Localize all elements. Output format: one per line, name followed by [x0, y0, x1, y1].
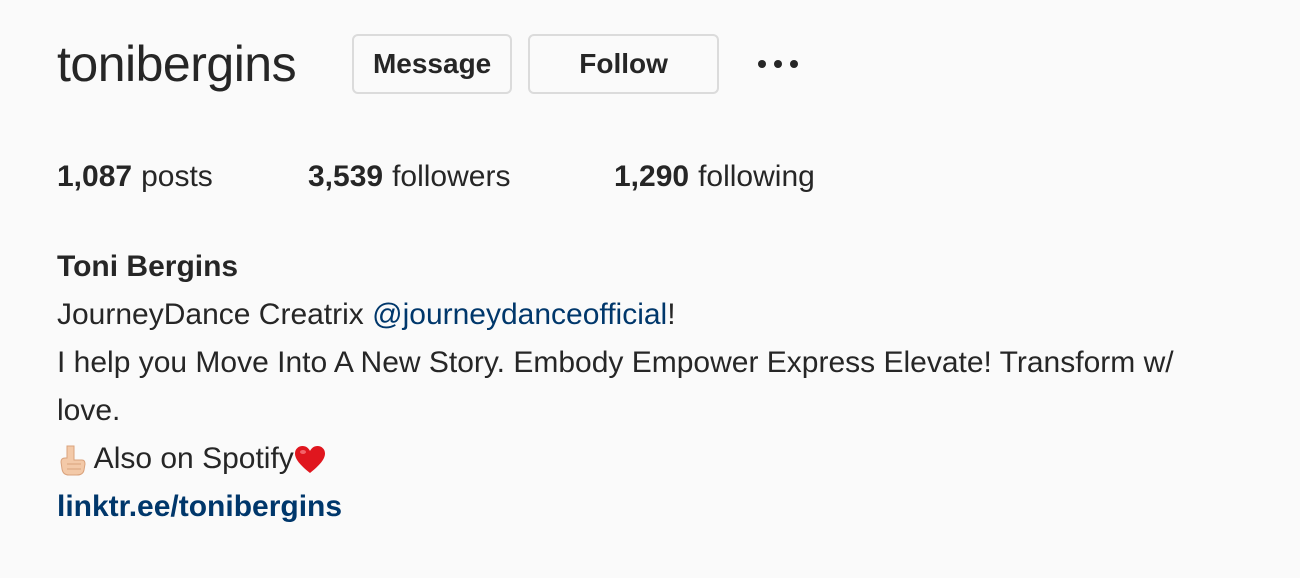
bio-line-1: JourneyDance Creatrix @journeydanceoffic…	[57, 291, 1277, 339]
pointing-down-icon	[57, 444, 87, 476]
profile-bio: Toni Bergins JourneyDance Creatrix @jour…	[57, 243, 1277, 531]
message-button[interactable]: Message	[352, 34, 513, 94]
following-label: following	[698, 160, 815, 193]
bio-line-1-suffix: !	[667, 298, 676, 331]
full-name: Toni Bergins	[57, 250, 239, 283]
bio-line-4-text: Also on Spotify	[87, 442, 294, 475]
profile-header: tonibergins Message Follow	[57, 34, 801, 94]
profile-stats: 1,087 posts 3,539 followers 1,290 follow…	[57, 155, 815, 199]
username: tonibergins	[57, 36, 297, 92]
followers-link[interactable]: 3,539 followers	[308, 160, 614, 194]
followers-number: 3,539	[308, 160, 384, 193]
posts-count: 1,087 posts	[57, 160, 308, 194]
bio-link-line: linktr.ee/tonibergins	[57, 483, 1277, 531]
followers-label: followers	[392, 160, 511, 193]
external-link[interactable]: linktr.ee/tonibergins	[57, 490, 342, 523]
red-heart-icon	[294, 445, 326, 475]
more-options-icon[interactable]	[755, 44, 801, 84]
mention-link[interactable]: @journeydanceofficial	[372, 298, 667, 331]
follow-button[interactable]: Follow	[528, 34, 720, 94]
bio-line-2: I help you Move Into A New Story. Embody…	[57, 346, 1174, 379]
posts-label: posts	[141, 160, 213, 193]
posts-number: 1,087	[57, 160, 133, 193]
following-link[interactable]: 1,290 following	[614, 160, 815, 194]
bio-line-3: love.	[57, 394, 121, 427]
bio-line-1-text: JourneyDance Creatrix	[57, 298, 373, 331]
following-number: 1,290	[614, 160, 690, 193]
bio-line-4: Also on Spotify	[57, 435, 1277, 483]
